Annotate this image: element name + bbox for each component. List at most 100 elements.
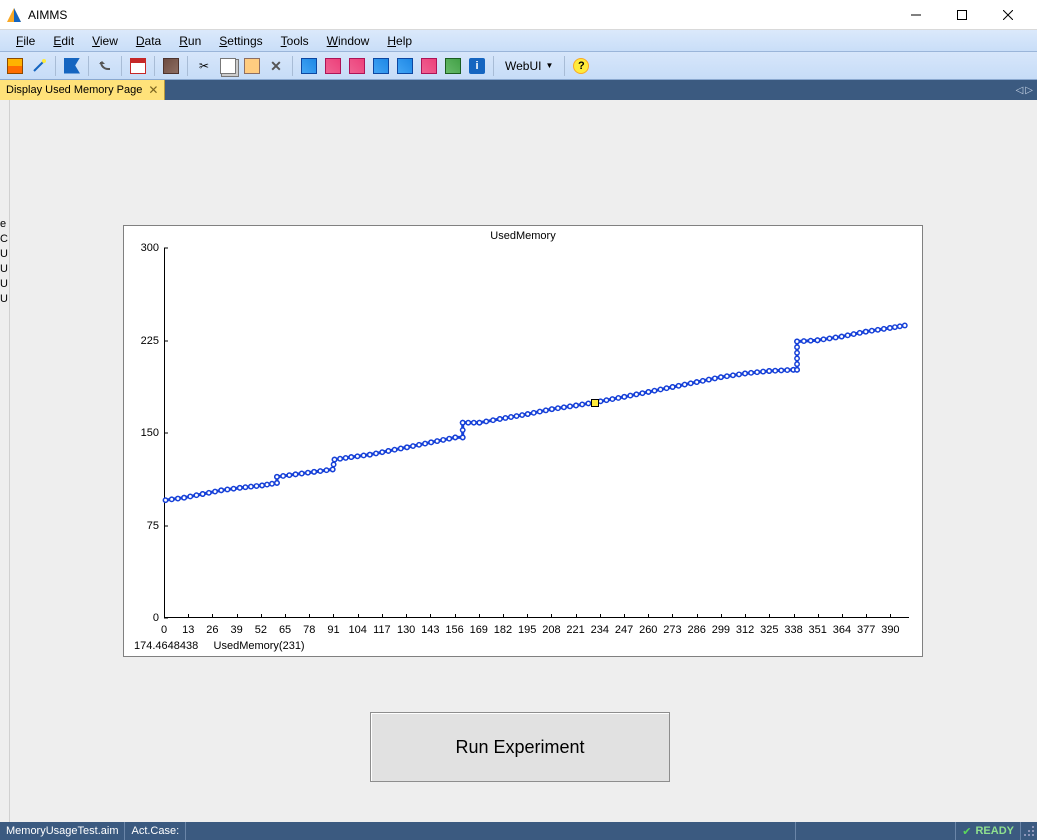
- undo-icon[interactable]: [94, 55, 116, 77]
- x-tick-label: 312: [736, 624, 754, 636]
- x-tick-label: 91: [327, 624, 339, 636]
- chart-used-memory[interactable]: UsedMemory 0 75 150 225 300 0 13 26 39 52 65 78 91 1…: [123, 225, 923, 657]
- help-icon[interactable]: ?: [570, 55, 592, 77]
- x-tick-label: 13: [182, 624, 194, 636]
- chart-plot-area: [164, 248, 909, 618]
- tool-icon-2[interactable]: [322, 55, 344, 77]
- x-tick-label: 65: [279, 624, 291, 636]
- x-tick-label: 208: [542, 624, 560, 636]
- chart-hover-value: 174.4648438: [134, 640, 198, 652]
- webui-dropdown[interactable]: WebUI ▼: [499, 55, 559, 77]
- tool-icon-6[interactable]: [418, 55, 440, 77]
- copy-icon[interactable]: [217, 55, 239, 77]
- x-tick-label: 234: [591, 624, 609, 636]
- run-experiment-label: Run Experiment: [455, 737, 584, 758]
- x-tick-label: 195: [518, 624, 536, 636]
- x-tick-label: 247: [615, 624, 633, 636]
- pages-icon[interactable]: [160, 55, 182, 77]
- title-bar: AIMMS: [0, 0, 1037, 30]
- menu-edit[interactable]: Edit: [45, 32, 82, 50]
- highlight-marker: [591, 399, 599, 407]
- resize-grip[interactable]: [1021, 823, 1037, 839]
- document-tabstrip: Display Used Memory Page ✕ ◁ ▷: [0, 80, 1037, 100]
- tool-icon-4[interactable]: [370, 55, 392, 77]
- menu-view[interactable]: View: [84, 32, 126, 50]
- x-tick-label: 351: [809, 624, 827, 636]
- menu-window[interactable]: Window: [319, 32, 378, 50]
- tool-icon-1[interactable]: [298, 55, 320, 77]
- chart-hover-label: UsedMemory(231): [214, 640, 305, 652]
- paste-icon[interactable]: [241, 55, 263, 77]
- tool-icon-3[interactable]: [346, 55, 368, 77]
- x-tick-label: 221: [566, 624, 584, 636]
- x-tick-label: 169: [470, 624, 488, 636]
- y-tick-label: 300: [124, 242, 159, 254]
- y-tick-label: 75: [124, 520, 159, 532]
- x-tick-label: 299: [712, 624, 730, 636]
- x-tick-label: 104: [349, 624, 367, 636]
- status-spacer: [186, 822, 796, 840]
- x-tick-label: 39: [231, 624, 243, 636]
- close-tab-icon[interactable]: ✕: [148, 84, 158, 96]
- next-tab-icon[interactable]: ▷: [1025, 85, 1033, 96]
- status-ready: ✔ READY: [956, 822, 1021, 840]
- user-icon[interactable]: [4, 55, 26, 77]
- tool-icon-7[interactable]: [442, 55, 464, 77]
- chart-line: [165, 248, 909, 617]
- x-tick-label: 260: [639, 624, 657, 636]
- delete-icon[interactable]: ✕: [265, 55, 287, 77]
- window-title: AIMMS: [28, 8, 893, 22]
- minimize-button[interactable]: [893, 0, 939, 29]
- menu-file[interactable]: File: [8, 32, 43, 50]
- menu-bar: File Edit View Data Run Settings Tools W…: [0, 30, 1037, 52]
- x-tick-label: 182: [494, 624, 512, 636]
- wizard-icon[interactable]: [28, 55, 50, 77]
- info-icon[interactable]: i: [466, 55, 488, 77]
- bookmark-icon[interactable]: [61, 55, 83, 77]
- x-tick-label: 390: [881, 624, 899, 636]
- menu-tools[interactable]: Tools: [273, 32, 317, 50]
- status-bar: MemoryUsageTest.aim Act.Case: ✔ READY: [0, 822, 1037, 840]
- close-button[interactable]: [985, 0, 1031, 29]
- page-content: e C U U U U UsedMemory 0 75 150 225 300 0 13 2…: [0, 100, 1037, 822]
- cut-icon[interactable]: ✂: [193, 55, 215, 77]
- tool-icon-5[interactable]: [394, 55, 416, 77]
- maximize-button[interactable]: [939, 0, 985, 29]
- webui-label: WebUI: [505, 59, 541, 73]
- x-tick-label: 364: [833, 624, 851, 636]
- chart-footer: 174.4648438 UsedMemory(231): [134, 640, 305, 652]
- y-tick-label: 0: [124, 612, 159, 624]
- x-tick-label: 143: [421, 624, 439, 636]
- chart-title: UsedMemory: [124, 226, 922, 244]
- status-file: MemoryUsageTest.aim: [0, 822, 125, 840]
- x-tick-label: 52: [255, 624, 267, 636]
- toolbar: ✂ ✕ i WebUI ▼ ?: [0, 52, 1037, 80]
- x-tick-label: 78: [303, 624, 315, 636]
- status-case-label: Act.Case:: [125, 822, 186, 840]
- x-tick-label: 377: [857, 624, 875, 636]
- calendar-icon[interactable]: [127, 55, 149, 77]
- x-tick-label: 273: [663, 624, 681, 636]
- x-tick-label: 26: [206, 624, 218, 636]
- prev-tab-icon[interactable]: ◁: [1016, 85, 1024, 96]
- check-icon: ✔: [962, 825, 971, 838]
- x-tick-label: 130: [397, 624, 415, 636]
- x-tick-label: 325: [760, 624, 778, 636]
- x-tick-label: 117: [373, 624, 391, 636]
- chevron-down-icon: ▼: [545, 61, 553, 70]
- menu-run[interactable]: Run: [171, 32, 209, 50]
- x-tick-label: 286: [687, 624, 705, 636]
- x-tick-label: 338: [784, 624, 802, 636]
- tab-display-used-memory[interactable]: Display Used Memory Page ✕: [0, 80, 165, 100]
- run-experiment-button[interactable]: Run Experiment: [370, 712, 670, 782]
- y-tick-label: 225: [124, 335, 159, 347]
- x-tick-label: 0: [161, 624, 167, 636]
- x-tick-label: 156: [445, 624, 463, 636]
- menu-settings[interactable]: Settings: [211, 32, 270, 50]
- left-pane-cropped: e C U U U U: [0, 100, 10, 822]
- tab-label: Display Used Memory Page: [6, 84, 142, 96]
- menu-help[interactable]: Help: [379, 32, 420, 50]
- app-icon: [6, 7, 22, 23]
- y-tick-label: 150: [124, 427, 159, 439]
- menu-data[interactable]: Data: [128, 32, 169, 50]
